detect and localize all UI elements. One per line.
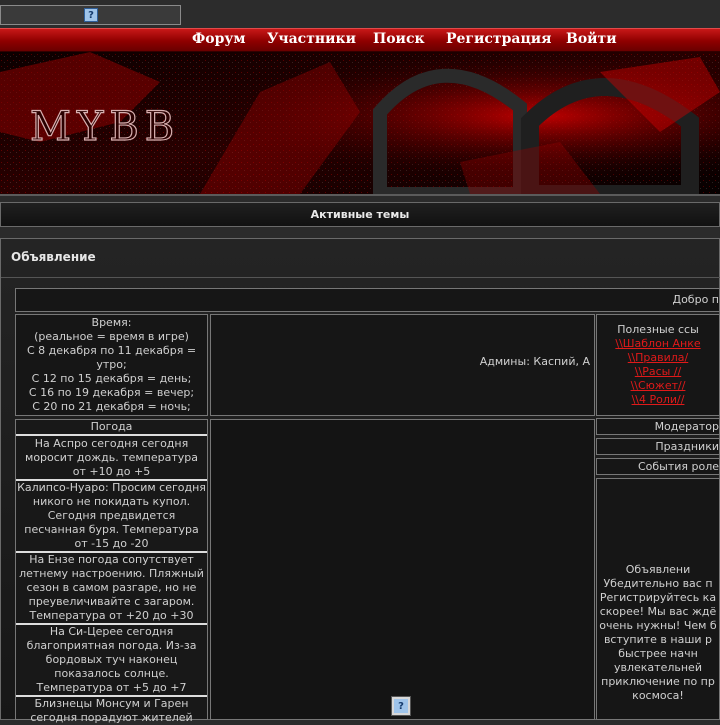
active-topics-bar[interactable]: Активные темы xyxy=(0,202,720,227)
nav-register[interactable]: Регистрация xyxy=(446,31,552,47)
center-content-cell xyxy=(210,419,595,720)
link-roles[interactable]: \\4 Роли// xyxy=(597,393,719,407)
weather-cell: Погода На Аспро сегодня сегодня моросит … xyxy=(15,419,208,724)
link-plot[interactable]: \\Сюжет// xyxy=(597,379,719,393)
welcome-text: Добро п xyxy=(672,293,719,306)
game-time-line: утро; xyxy=(96,358,127,371)
active-topics-link[interactable]: Активные темы xyxy=(311,208,410,221)
game-time-line: (реальное = время в игре) xyxy=(34,330,189,343)
weather-item: На Ензе погода сопутствует летнему настр… xyxy=(16,553,207,625)
weather-item: На Си-Церее сегодня благоприятная погода… xyxy=(16,625,207,697)
weather-item: На Аспро сегодня сегодня моросит дождь. … xyxy=(16,437,207,481)
link-races[interactable]: \\Расы // xyxy=(597,365,719,379)
header-banner: MYBB xyxy=(0,52,720,194)
moderators-row: Модератор xyxy=(596,418,720,435)
link-rules[interactable]: \\Правила/ xyxy=(597,351,719,365)
top-bar: ? xyxy=(0,0,720,28)
nav-forum[interactable]: Форум xyxy=(192,31,246,47)
nav-login[interactable]: Войти xyxy=(566,31,617,47)
weather-heading: Погода xyxy=(16,420,207,436)
recruitment-announcement: Объявлени Убедительно вас п Регистрируйт… xyxy=(596,478,720,720)
game-time-line: С 20 по 21 декабря = ночь; xyxy=(32,400,191,413)
weather-item: Калипсо-Нуаро: Просим сегодня никого не … xyxy=(16,481,207,553)
game-time-line: С 16 по 19 декабря = вечер; xyxy=(28,386,195,399)
nav-search[interactable]: Поиск xyxy=(373,31,425,47)
banner-art: MYBB xyxy=(0,52,720,194)
welcome-row: Добро п xyxy=(15,288,720,312)
game-time-line: С 8 декабря по 11 декабря = xyxy=(26,344,197,357)
roleplay-events-row: События роле xyxy=(596,458,720,475)
main-navigation: Форум Участники Поиск Регистрация Войти xyxy=(0,28,720,52)
holidays-label: Праздники xyxy=(655,440,719,453)
weather-item: Близнецы Монсум и Гарен сегодня порадуют… xyxy=(30,697,193,724)
admins-text: Админы: Каспий, А xyxy=(479,355,590,368)
help-icon[interactable]: ? xyxy=(392,697,410,715)
useful-links-cell: Полезные ссы \\Шаблон Анке \\Правила/ \\… xyxy=(596,314,720,416)
game-time-line: С 12 по 15 декабря = день; xyxy=(31,372,192,385)
recruitment-text: Объявлени Убедительно вас п Регистрируйт… xyxy=(599,563,717,702)
banner-divider xyxy=(0,194,720,196)
nav-members[interactable]: Участники xyxy=(267,31,356,47)
announcement-divider xyxy=(1,277,720,278)
help-icon[interactable]: ? xyxy=(84,8,98,22)
game-time-heading: Время: xyxy=(91,316,132,329)
admins-cell: Админы: Каспий, А xyxy=(210,314,595,416)
useful-links-heading: Полезные ссы xyxy=(617,323,699,336)
moderators-label: Модератор xyxy=(654,420,719,433)
announcement-title: Объявление xyxy=(11,250,96,264)
roleplay-events-label: События роле xyxy=(637,460,719,473)
holidays-row: Праздники xyxy=(596,438,720,455)
banner-logo: MYBB xyxy=(30,104,180,150)
link-profile-template[interactable]: \\Шаблон Анке xyxy=(597,337,719,351)
game-time-cell: Время: (реальное = время в игре) С 8 дек… xyxy=(15,314,208,416)
